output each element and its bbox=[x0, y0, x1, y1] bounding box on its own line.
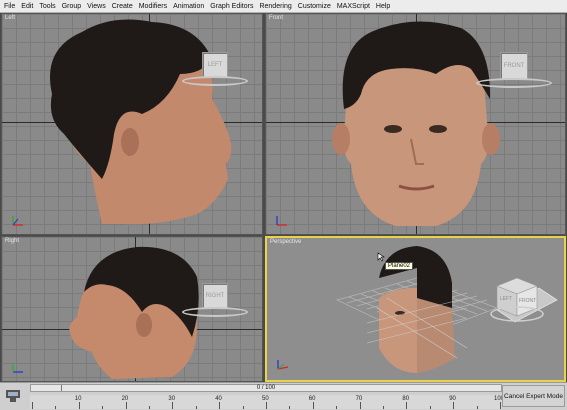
timeline-tick bbox=[500, 402, 501, 409]
object-tooltip: Plane02 bbox=[385, 262, 414, 270]
timeline-tick-label: 30 bbox=[168, 396, 176, 402]
axis-gizmo-icon bbox=[277, 360, 289, 370]
cancel-expert-mode-button[interactable]: Cancel Expert Mode bbox=[502, 385, 565, 407]
timeline-tick bbox=[125, 402, 127, 409]
viewcube[interactable]: LEFT FRONT bbox=[487, 276, 551, 326]
menu-item-customize[interactable]: Customize bbox=[295, 3, 334, 10]
time-slider[interactable]: 0 / 100 bbox=[30, 384, 502, 392]
axis-gizmo-icon bbox=[12, 363, 23, 373]
menu-item-edit[interactable]: Edit bbox=[18, 3, 36, 10]
head-front-image bbox=[332, 21, 500, 226]
menu-item-help[interactable]: Help bbox=[373, 3, 393, 10]
menu-item-rendering[interactable]: Rendering bbox=[256, 3, 294, 10]
timeline-tick bbox=[32, 402, 33, 409]
viewcube-face-front: FRONT bbox=[519, 298, 536, 304]
menu-item-graph-editors[interactable]: Graph Editors bbox=[207, 3, 256, 10]
timeline-tick bbox=[219, 402, 221, 409]
menu-bar: File Edit Tools Group Views Create Modifiers An… bbox=[0, 0, 567, 13]
menu-item-create[interactable]: Create bbox=[109, 3, 136, 10]
timeline-tick bbox=[78, 402, 80, 409]
timeline-tick-label: 90 bbox=[449, 396, 456, 402]
viewcube-ring[interactable] bbox=[182, 76, 248, 86]
timeline-tick bbox=[359, 402, 361, 409]
timeline-tick-label: 70 bbox=[355, 396, 363, 402]
viewcube[interactable]: FRONT bbox=[500, 52, 528, 80]
head-profile-left-image bbox=[50, 19, 232, 225]
timeline-tick-label: 80 bbox=[402, 396, 410, 402]
viewcube-ring[interactable] bbox=[182, 307, 248, 317]
menu-item-file[interactable]: File bbox=[0, 3, 18, 10]
menu-item-maxscript[interactable]: MAXScript bbox=[334, 3, 373, 10]
menu-item-views[interactable]: Views bbox=[84, 3, 109, 10]
axis-gizmo-icon bbox=[12, 216, 23, 226]
time-slider-thumb[interactable] bbox=[31, 385, 62, 391]
cursor-icon bbox=[377, 252, 385, 262]
viewport-left[interactable]: Left LEFT bbox=[1, 13, 263, 235]
timeline-tick bbox=[406, 402, 408, 409]
film-icon[interactable] bbox=[5, 386, 23, 404]
timeline-tick bbox=[453, 402, 455, 409]
viewcube[interactable]: LEFT bbox=[202, 52, 228, 78]
timeline-tick-label: 20 bbox=[121, 396, 129, 402]
timeline-track[interactable]: 10 20 30 40 50 60 70 80 90 100 bbox=[30, 395, 504, 409]
timeline-tick-label: 60 bbox=[308, 396, 316, 402]
timeline-tick bbox=[266, 402, 267, 409]
menu-item-group[interactable]: Group bbox=[59, 3, 84, 10]
viewcube[interactable]: RIGHT bbox=[202, 283, 228, 309]
viewport-right[interactable]: Right RIGHT bbox=[1, 236, 263, 382]
timeline-tick-label: 10 bbox=[74, 396, 82, 402]
time-slider-text: 0 / 100 bbox=[256, 385, 276, 391]
menu-item-tools[interactable]: Tools bbox=[36, 3, 58, 10]
viewcube-face-left: LEFT bbox=[500, 296, 512, 302]
timeline-tick-label: 50 bbox=[262, 396, 269, 402]
menu-item-animation[interactable]: Animation bbox=[170, 3, 207, 10]
viewport-front[interactable]: Front FRONT bbox=[265, 13, 566, 235]
timeline-tick-label: 40 bbox=[215, 396, 222, 402]
menu-item-modifiers[interactable]: Modifiers bbox=[136, 3, 170, 10]
timeline-tick bbox=[172, 402, 174, 409]
timeline-bar: 0 / 100 10 20 30 40 50 60 70 80 90 100 Cancel Exp… bbox=[0, 382, 567, 410]
viewport-perspective[interactable]: Perspective LEFT FRONT Plane02 bbox=[265, 236, 566, 382]
viewport-area: Left LEFT Front FRONT Right RIGHT Perspe… bbox=[0, 13, 567, 382]
viewcube-ring[interactable] bbox=[476, 78, 552, 88]
timeline-tick bbox=[312, 402, 314, 409]
axis-gizmo-icon bbox=[276, 216, 287, 226]
